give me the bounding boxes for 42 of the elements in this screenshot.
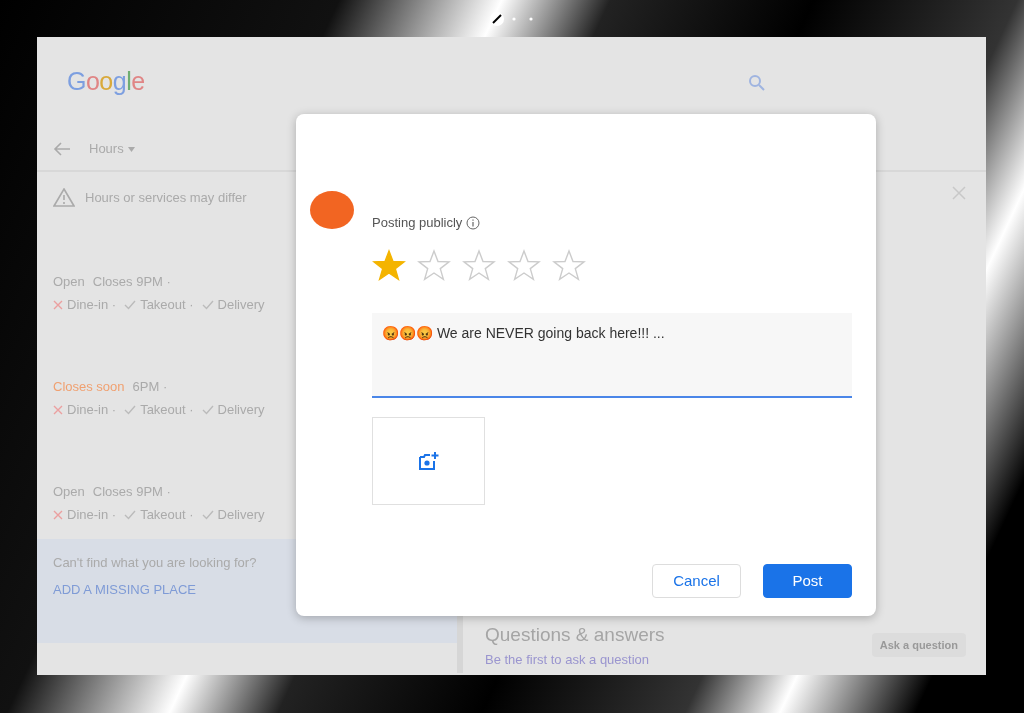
- service-label: Delivery: [217, 401, 265, 419]
- service-label: Delivery: [217, 296, 265, 314]
- cancel-button[interactable]: Cancel: [652, 564, 741, 598]
- ask-question-button[interactable]: Ask a question: [871, 632, 966, 658]
- search-icon[interactable]: [748, 73, 766, 92]
- hours-dropdown[interactable]: Hours: [89, 138, 135, 159]
- close-icon[interactable]: [952, 186, 966, 200]
- logo: Google: [67, 66, 145, 98]
- service-label: Takeout ·: [140, 506, 194, 524]
- empty-star-icon[interactable]: [507, 248, 541, 281]
- service-label: Takeout ·: [140, 401, 194, 419]
- place-status: Open: [53, 272, 85, 291]
- add-photo-icon: [417, 450, 440, 471]
- qa-title: Questions & answers: [485, 623, 666, 647]
- service-label: Dine-in ·: [67, 296, 117, 314]
- service-label: Dine-in ·: [67, 401, 117, 419]
- place-hours: 6PM ·: [132, 377, 168, 396]
- add-place-link[interactable]: ADD A MISSING PLACE: [53, 580, 197, 600]
- back-arrow-icon[interactable]: [53, 141, 71, 156]
- service-label: Dine-in ·: [67, 506, 117, 524]
- caret-icon: [127, 146, 135, 152]
- place-status: Open: [53, 482, 85, 501]
- place-status: Closes soon: [53, 377, 125, 396]
- empty-star-icon[interactable]: [552, 248, 586, 281]
- empty-star-icon[interactable]: [417, 248, 451, 281]
- review-field[interactable]: 😡😡😡 We are NEVER going back here!!! ...: [372, 312, 852, 398]
- empty-star-icon[interactable]: [462, 248, 496, 281]
- notice-text: Hours or services may differ: [85, 189, 247, 207]
- avatar: [310, 191, 354, 229]
- info-icon[interactable]: [466, 215, 481, 230]
- ask-first-link[interactable]: Be the first to ask a question: [485, 649, 650, 669]
- place-hours: Closes 9PM ·: [92, 482, 171, 501]
- place-hours: Closes 9PM ·: [92, 272, 171, 291]
- add-photo-button[interactable]: [372, 416, 485, 505]
- service-label: Takeout ·: [140, 296, 194, 314]
- missing-prompt: Can't find what you are looking for?: [53, 553, 258, 572]
- posting-label: Posting publicly: [372, 214, 463, 232]
- star-rating[interactable]: [372, 248, 586, 281]
- post-button[interactable]: Post: [763, 564, 852, 598]
- warning-icon: [53, 188, 75, 208]
- service-label: Delivery: [217, 506, 265, 524]
- filled-star-icon[interactable]: [372, 248, 406, 281]
